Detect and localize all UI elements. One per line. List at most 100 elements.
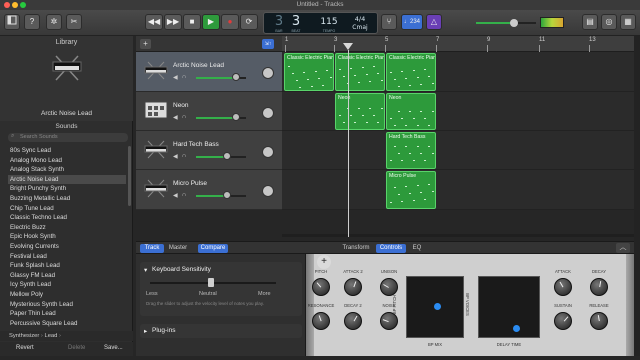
track-volume-thumb[interactable] (232, 113, 240, 121)
lcd-display[interactable]: 3 3 BAR BEAT 115 TEMPO 4/4 Cmaj (263, 12, 378, 34)
track-pan-knob[interactable] (262, 67, 274, 79)
sound-list-item[interactable]: Bright Punchy Synth (10, 184, 128, 193)
sound-list-item[interactable]: Electric Buzz (10, 223, 128, 232)
midi-region[interactable]: Classic Electric Pian (335, 53, 385, 91)
disclosure-closed-icon[interactable]: ▸ (144, 327, 147, 335)
tuner-button[interactable]: ⑂ (381, 14, 397, 30)
editors-button[interactable]: ✂ (66, 14, 82, 30)
sound-list-scrollbar[interactable] (128, 146, 131, 206)
sound-list-item[interactable]: 80s Sync Lead (10, 146, 128, 155)
xy-pad-bandpass[interactable] (406, 276, 464, 338)
headphones-icon[interactable]: ∩ (182, 74, 186, 80)
xy-pad-delay[interactable] (478, 276, 540, 338)
track-volume-thumb[interactable] (223, 191, 231, 199)
sound-list-item[interactable]: Buzzing Metallic Lead (10, 194, 128, 203)
synth-knob[interactable] (312, 312, 330, 330)
master-volume-thumb[interactable] (510, 19, 518, 27)
track-header[interactable]: Arctic Noise Lead ◀ ∩ (136, 52, 282, 92)
sound-list-item[interactable]: Icy Synth Lead (10, 280, 128, 289)
tab-eq[interactable]: EQ (410, 244, 424, 253)
track-header[interactable]: Neon ◀ ∩ (136, 92, 282, 131)
sound-list-item[interactable]: Chip Tune Lead (10, 204, 128, 213)
tab-master[interactable]: Master (166, 244, 190, 253)
sound-list-item[interactable]: Epic Hook Synth (10, 232, 128, 241)
sound-search-field[interactable]: ⌕ Search Sounds (8, 133, 128, 142)
mute-icon[interactable]: ◀ (173, 153, 178, 160)
xy-pad-puck[interactable] (513, 325, 520, 332)
sound-list-item[interactable]: Classic Techno Lead (10, 213, 128, 222)
sensitivity-slider[interactable] (150, 278, 276, 287)
tab-track[interactable]: Track (140, 244, 164, 253)
midi-region[interactable]: Classic Electric Pian (284, 53, 334, 91)
sound-list-item[interactable]: Mellow Poly (10, 290, 128, 299)
synth-knob[interactable] (344, 278, 362, 296)
library-button[interactable] (4, 14, 20, 30)
tab-transform[interactable]: Transform (340, 244, 372, 253)
mute-icon[interactable]: ◀ (173, 114, 178, 121)
track-lane[interactable] (282, 170, 634, 210)
track-pan-knob[interactable] (262, 185, 274, 197)
midi-region[interactable]: Neon (386, 93, 436, 130)
cycle-button[interactable]: ⟳ (240, 14, 258, 30)
record-button[interactable]: ● (221, 14, 239, 30)
count-in-button[interactable]: ♩234 (401, 14, 423, 30)
synth-knob[interactable] (380, 312, 398, 330)
headphones-icon[interactable]: ∩ (182, 192, 186, 198)
track-pan-knob[interactable] (262, 107, 274, 119)
fast-forward-button[interactable]: ▶▶ (164, 14, 182, 30)
synth-knob[interactable] (590, 312, 608, 330)
headphones-icon[interactable]: ∩ (182, 153, 186, 159)
synth-knob[interactable] (590, 278, 608, 296)
save-button[interactable]: Save... (104, 345, 123, 351)
sensitivity-slider-thumb[interactable] (208, 278, 214, 287)
minimize-window-button[interactable] (12, 2, 18, 8)
revert-button[interactable]: Revert (16, 345, 34, 351)
metronome-button[interactable]: △ (426, 14, 442, 30)
quick-help-button[interactable]: ? (24, 14, 40, 30)
track-lane[interactable] (282, 131, 634, 170)
rewind-button[interactable]: ◀◀ (145, 14, 163, 30)
disclosure-open-icon[interactable]: ▾ (144, 266, 147, 274)
collapse-editor-button[interactable]: ︿ (616, 243, 630, 253)
timeline-scrollbar[interactable] (282, 234, 634, 237)
zoom-window-button[interactable] (20, 2, 26, 8)
synth-knob[interactable] (554, 278, 572, 296)
headphones-icon[interactable]: ∩ (182, 114, 186, 120)
tab-compare[interactable]: Compare (198, 244, 228, 253)
master-volume-slider[interactable] (476, 19, 536, 27)
sound-list-item[interactable]: Mysterious Synth Lead (10, 300, 128, 309)
sound-list-item[interactable]: Percussive Square Lead (10, 319, 128, 328)
sound-list-item[interactable]: Analog Mono Lead (10, 156, 128, 165)
track-header[interactable]: Hard Tech Bass ◀ ∩ (136, 131, 282, 170)
play-button[interactable]: ▶ (202, 14, 220, 30)
midi-region[interactable]: Neon (335, 93, 385, 130)
midi-region[interactable]: Hard Tech Bass (386, 132, 436, 169)
midi-region[interactable]: Classic Electric Pian (386, 53, 436, 91)
close-window-button[interactable] (4, 2, 10, 8)
mute-icon[interactable]: ◀ (173, 192, 178, 199)
tab-controls[interactable]: Controls (376, 244, 406, 253)
loop-browser-button[interactable]: ◎ (601, 14, 617, 30)
sound-list-item[interactable]: Arctic Noise Lead (8, 174, 126, 185)
breadcrumb-lead[interactable]: Lead (44, 333, 57, 339)
stop-button[interactable]: ■ (183, 14, 201, 30)
delete-button[interactable]: Delete (68, 345, 85, 351)
tracks-area[interactable]: Classic Electric Pian Classic Electric Pi… (282, 52, 634, 237)
track-volume-thumb[interactable] (232, 73, 240, 81)
sound-list-item[interactable]: Evolving Currents (10, 242, 128, 251)
add-track-button[interactable]: + (140, 39, 151, 49)
synth-knob[interactable] (344, 312, 362, 330)
synth-knob[interactable] (554, 312, 572, 330)
notepad-button[interactable]: ▤ (582, 14, 598, 30)
track-volume-slider[interactable] (196, 156, 246, 158)
breadcrumb-synthesizer[interactable]: Synthesizer (9, 333, 39, 339)
sound-list-item[interactable]: Glassy FM Lead (10, 271, 128, 280)
xy-pad-puck[interactable] (434, 303, 441, 310)
track-volume-slider[interactable] (196, 195, 246, 197)
smart-controls-button[interactable]: ✲ (46, 14, 62, 30)
track-pan-knob[interactable] (262, 146, 274, 158)
vertical-scrollbar[interactable] (634, 36, 640, 356)
timeline-ruler[interactable]: 1 3 5 7 9 11 13 (282, 36, 634, 52)
mute-icon[interactable]: ◀ (173, 74, 178, 81)
media-browser-button[interactable]: ▦ (620, 14, 636, 30)
